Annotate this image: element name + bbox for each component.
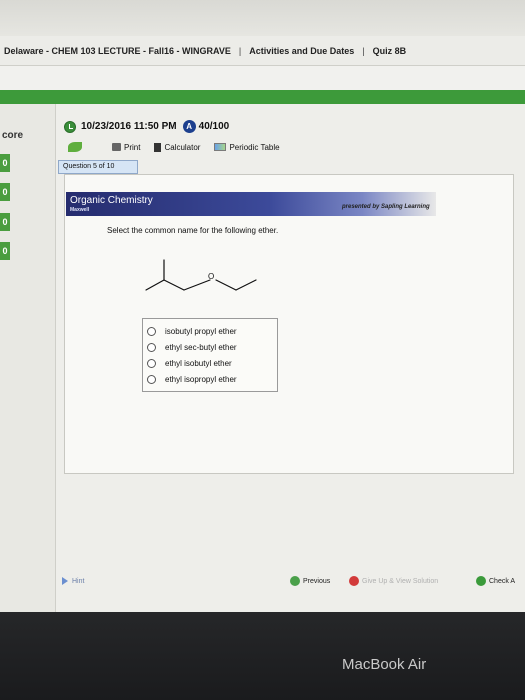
hint-label: Hint <box>72 577 85 585</box>
question-panel <box>64 174 514 474</box>
assignment-main: 10/23/2016 11:50 PM A 40/100 Print Calcu… <box>58 104 525 612</box>
oxygen-atom-label: O <box>208 272 214 281</box>
check-label: Check A <box>489 577 516 585</box>
score-label: core <box>2 130 24 141</box>
choice-isobutyl-propyl-ether[interactable]: isobutyl propyl ether <box>147 323 273 339</box>
give-up-icon <box>349 576 359 586</box>
print-label: Print <box>124 142 141 152</box>
browser-top <box>0 0 525 36</box>
toolbar: Print Calculator Periodic Table <box>68 142 468 152</box>
sidebar-score-badge[interactable]: 0 <box>0 242 10 260</box>
periodic-table-button[interactable]: Periodic Table <box>214 142 280 152</box>
hint-button[interactable]: Hint <box>62 577 84 585</box>
screen: Delaware - CHEM 103 LECTURE - Fall16 - W… <box>0 0 525 612</box>
printer-icon <box>112 143 121 151</box>
breadcrumb-assignment[interactable]: Quiz 8B <box>373 46 407 56</box>
radio-button[interactable] <box>147 358 156 368</box>
sidebar-score-badge[interactable]: 0 <box>0 154 10 172</box>
breadcrumb-activities[interactable]: Activities and Due Dates <box>249 46 354 56</box>
breadcrumb: Delaware - CHEM 103 LECTURE - Fall16 - W… <box>0 36 525 66</box>
periodic-table-icon <box>214 143 227 151</box>
presented-by: presented by Sapling Learning <box>342 204 430 210</box>
choice-label: ethyl isobutyl ether <box>165 358 232 368</box>
choice-label: ethyl sec-butyl ether <box>165 342 237 352</box>
assignment-info: 10/23/2016 11:50 PM A 40/100 <box>64 120 229 133</box>
answer-choices: isobutyl propyl ether ethyl sec-butyl et… <box>142 318 278 392</box>
radio-button[interactable] <box>147 326 156 336</box>
calculator-icon <box>154 142 162 152</box>
radio-button[interactable] <box>147 374 156 384</box>
laptop-bezel <box>0 612 525 700</box>
question-counter: Question 5 of 10 <box>58 160 138 174</box>
header-bar <box>0 90 525 104</box>
hint-arrow-icon <box>62 577 68 585</box>
ether-skeleton <box>145 259 257 291</box>
give-up-button[interactable]: Give Up & View Solution <box>349 576 438 586</box>
previous-label: Previous <box>303 577 331 585</box>
periodic-table-label: Periodic Table <box>229 142 280 152</box>
radio-button[interactable] <box>147 342 156 352</box>
choice-ethyl-sec-butyl-ether[interactable]: ethyl sec-butyl ether <box>147 339 273 355</box>
calculator-label: Calculator <box>164 142 201 152</box>
banner-subtitle: Maxwell <box>70 207 90 213</box>
check-icon <box>476 576 486 586</box>
sidebar-score-badge[interactable]: 0 <box>0 213 10 231</box>
breadcrumb-separator: | <box>238 45 242 56</box>
choice-ethyl-isopropyl-ether[interactable]: ethyl isopropyl ether <box>147 371 273 387</box>
calculator-button[interactable]: Calculator <box>154 142 201 152</box>
due-date: 10/23/2016 11:50 PM <box>81 121 177 132</box>
previous-icon <box>290 576 300 586</box>
choice-ethyl-isobutyl-ether[interactable]: ethyl isobutyl ether <box>147 355 273 371</box>
breadcrumb-separator: | <box>362 45 365 56</box>
give-up-label: Give Up & View Solution <box>362 577 439 585</box>
check-answer-button[interactable]: Check A <box>476 576 515 586</box>
choice-label: ethyl isopropyl ether <box>165 374 237 384</box>
ether-structure: O <box>145 259 257 291</box>
leaf-icon <box>68 142 82 152</box>
choice-label: isobutyl propyl ether <box>165 326 237 336</box>
device-label: MacBook Air <box>342 656 427 673</box>
clock-icon <box>64 120 76 133</box>
score-icon: A <box>182 120 196 133</box>
question-footer: Hint Previous Give Up & View Solution Ch… <box>58 570 525 592</box>
breadcrumb-course[interactable]: Delaware - CHEM 103 LECTURE - Fall16 - W… <box>4 46 231 56</box>
banner-title: Organic Chemistry <box>70 195 153 206</box>
score-sidebar: core 0 0 0 0 <box>0 104 56 612</box>
previous-button[interactable]: Previous <box>290 576 330 586</box>
question-prompt: Select the common name for the following… <box>107 226 279 235</box>
score-value: 40/100 <box>198 121 230 132</box>
print-button[interactable]: Print <box>112 143 140 152</box>
sidebar-score-badge[interactable]: 0 <box>0 183 10 201</box>
